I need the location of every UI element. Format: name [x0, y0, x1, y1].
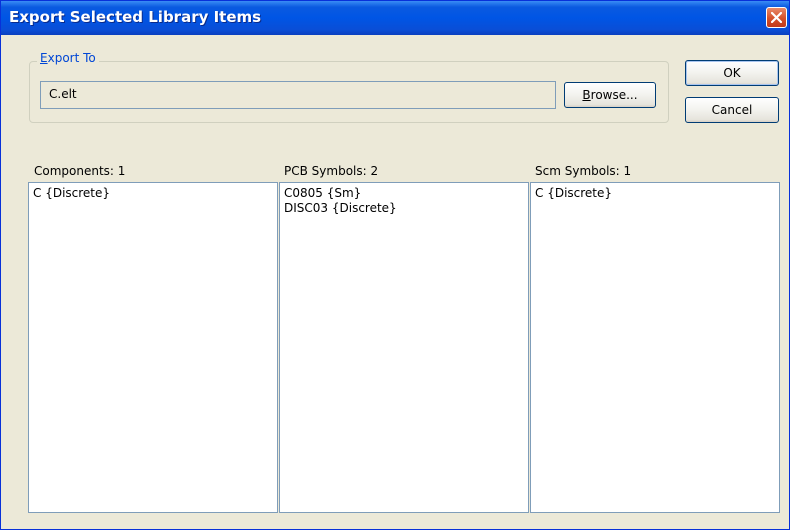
close-button[interactable]: [766, 7, 787, 28]
browse-button[interactable]: Browse...: [564, 82, 656, 108]
title-bar[interactable]: Export Selected Library Items: [1, 1, 789, 35]
components-list[interactable]: C {Discrete}: [28, 182, 278, 513]
pcb-symbols-list[interactable]: C0805 {Sm} DISC03 {Discrete}: [279, 182, 529, 513]
scm-symbols-label: Scm Symbols: 1: [535, 164, 632, 178]
list-item[interactable]: C {Discrete}: [33, 186, 273, 201]
list-item[interactable]: DISC03 {Discrete}: [284, 201, 524, 216]
ok-button[interactable]: OK: [685, 60, 779, 86]
components-label: Components: 1: [34, 164, 126, 178]
window-title: Export Selected Library Items: [9, 8, 262, 26]
scm-symbols-list[interactable]: C {Discrete}: [530, 182, 780, 513]
list-item[interactable]: C0805 {Sm}: [284, 186, 524, 201]
list-item[interactable]: C {Discrete}: [535, 186, 775, 201]
pcb-symbols-label: PCB Symbols: 2: [284, 164, 379, 178]
close-icon: [771, 12, 782, 23]
cancel-button[interactable]: Cancel: [685, 97, 779, 123]
export-to-label: Export To: [37, 51, 99, 65]
export-dialog: Export Selected Library Items Export To …: [0, 0, 790, 530]
export-path-field[interactable]: C.elt: [40, 81, 556, 109]
